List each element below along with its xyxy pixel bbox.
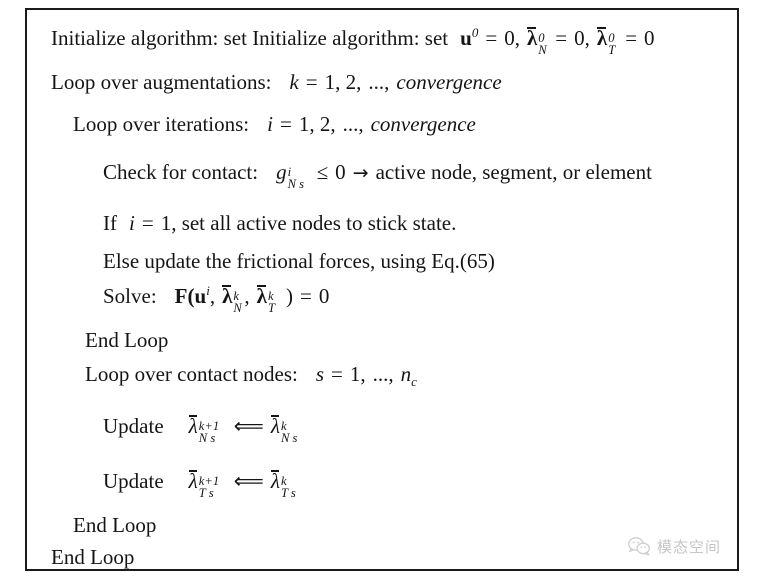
algorithm-line-end-loop-inner: End Loop: [85, 330, 168, 351]
zero-2: 0: [574, 26, 585, 50]
F-symbol: F: [174, 284, 188, 308]
u-symbol-solve: u: [194, 284, 207, 308]
s-ellipsis: ...: [372, 362, 389, 386]
i-symbol-if: i: [129, 211, 135, 235]
init-label: Initialize algorithm: set Initialize alg…: [51, 26, 449, 50]
equals-s: =: [331, 362, 343, 386]
lambda-N-subscript-solve: N: [233, 300, 242, 315]
lambda-Ns-subscript-2: N s: [280, 430, 298, 445]
equals-3: =: [625, 26, 638, 50]
end-loop-inner-label: End Loop: [85, 328, 169, 352]
i-seq: 1, 2,: [298, 112, 336, 136]
loop-iterations-label: Loop over iterations:: [73, 112, 250, 136]
k-symbol: k: [289, 70, 299, 94]
algorithm-line-loop-iterations: Loop over iterations: i = 1, 2,..., converge…: [73, 114, 476, 135]
lambda-bar-N-0: λ: [526, 26, 538, 50]
loop-augmentations-label: Loop over augmentations:: [51, 70, 272, 94]
lambda-T-subscript: T: [608, 42, 616, 57]
lambda-bar-T-k: λ: [256, 284, 267, 308]
lambda-bar-Ns-k1: λ: [188, 414, 198, 438]
watermark: 模态空间: [628, 536, 721, 557]
right-paren: ): [285, 284, 293, 308]
wechat-bubbles-icon: [628, 537, 650, 556]
lambda-bar-Ns-k: λ: [270, 414, 280, 438]
equals-1: =: [485, 26, 498, 50]
algorithm-line-if-stick: If i = 1, set all active nodes to stick sta…: [103, 213, 456, 234]
lambda-T-subscript-solve: T: [267, 300, 275, 315]
active-node-label: active node, segment, or element: [375, 160, 652, 184]
algorithm-line-check-contact: Check for contact: g i N s ≤0 → active node, s…: [103, 160, 652, 190]
equals-2: =: [555, 26, 568, 50]
lambda-Ts-subscript-1: T s: [198, 485, 214, 500]
lambda-bar-Ts-k: λ: [270, 469, 280, 493]
zero-3: 0: [644, 26, 655, 50]
zero-1: 0: [504, 26, 515, 50]
equals-if: =: [141, 211, 154, 235]
left-double-arrow-icon: ⟸: [233, 414, 264, 438]
i-ellipsis: ...: [342, 112, 359, 136]
zero-solve: 0: [318, 284, 330, 308]
left-double-arrow-icon-2: ⟸: [233, 469, 264, 493]
comma-i: ,: [358, 112, 364, 136]
comma-solve-2: ,: [244, 284, 250, 308]
comma-1: ,: [514, 26, 520, 50]
comma-k: ,: [384, 70, 390, 94]
algorithm-body: Initialize algorithm: set Initialize alg…: [27, 10, 737, 569]
loop-contact-nodes-label: Loop over contact nodes:: [85, 362, 298, 386]
leq-symbol: ≤: [316, 160, 329, 184]
else-friction-label: Else update the frictional forces, using…: [103, 249, 495, 273]
zero-contact: 0: [335, 160, 346, 184]
g-symbol: g: [276, 160, 287, 184]
g-subscript-Ns: N s: [287, 176, 305, 191]
n-symbol: n: [400, 362, 412, 386]
s-seq: 1,: [349, 362, 366, 386]
comma-solve-1: ,: [209, 284, 216, 308]
lambda-Ns-subscript-1: N s: [198, 430, 216, 445]
lambda-bar-T-0: λ: [596, 26, 608, 50]
set-stick-label: , set all active nodes to stick state.: [171, 211, 457, 235]
one-if: 1: [160, 211, 172, 235]
u-superscript-0: 0: [471, 25, 479, 40]
convergence-k: convergence: [396, 70, 502, 94]
equals-i: =: [279, 112, 292, 136]
convergence-i: convergence: [370, 112, 476, 136]
comma-2: ,: [584, 26, 590, 50]
equals-k: =: [305, 70, 318, 94]
lambda-Ts-subscript-2: T s: [280, 485, 296, 500]
solve-label: Solve:: [103, 284, 157, 308]
lambda-N-subscript: N: [538, 42, 547, 57]
end-loop-outer-label: End Loop: [51, 545, 135, 569]
equals-solve: =: [299, 284, 312, 308]
lambda-bar-N-k: λ: [222, 284, 233, 308]
algorithm-line-init: Initialize algorithm: set Initialize alg…: [51, 25, 655, 56]
s-symbol: s: [315, 362, 325, 386]
n-subscript-c: c: [411, 374, 417, 390]
algorithm-line-loop-contact-nodes: Loop over contact nodes: s = 1,..., nc: [85, 362, 417, 389]
lambda-bar-Ts-k1: λ: [188, 469, 198, 493]
comma-s: ,: [388, 362, 394, 386]
update-normal-label: Update: [103, 414, 164, 438]
k-ellipsis: ...: [368, 70, 385, 94]
algorithm-line-loop-augmentations: Loop over augmentations: k = 1, 2,..., conve…: [51, 72, 502, 93]
left-paren: (: [187, 284, 195, 308]
algorithm-box: Initialize algorithm: set Initialize alg…: [25, 8, 739, 571]
algorithm-line-update-normal: Update λ k+1 N s ⟸ λ k N s: [103, 414, 297, 444]
u-symbol: u: [460, 26, 472, 50]
algorithm-line-update-tangential: Update λ k+1 T s ⟸ λ k T s: [103, 469, 296, 499]
if-label: If: [103, 211, 117, 235]
watermark-text: 模态空间: [656, 538, 721, 556]
right-arrow-icon: →: [352, 162, 369, 184]
algorithm-line-end-loop-outer: End Loop: [51, 547, 134, 568]
k-seq: 1, 2,: [324, 70, 362, 94]
i-symbol: i: [267, 112, 273, 136]
check-contact-label: Check for contact:: [103, 160, 259, 184]
update-tangential-label: Update: [103, 469, 164, 493]
end-loop-middle-label: End Loop: [73, 513, 157, 537]
algorithm-line-else-friction: Else update the frictional forces, using…: [103, 251, 495, 272]
algorithm-line-end-loop-middle: End Loop: [73, 515, 156, 536]
algorithm-line-solve: Solve: F(ui, λ k N, λ k T) = 0: [103, 284, 330, 314]
